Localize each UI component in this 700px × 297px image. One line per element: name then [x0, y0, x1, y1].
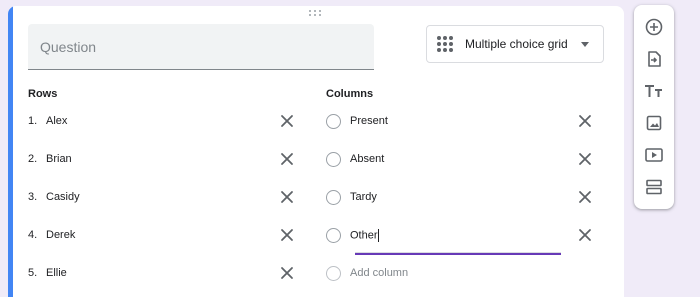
remove-column-icon[interactable] — [578, 114, 592, 128]
video-icon[interactable] — [644, 145, 664, 165]
row-label[interactable]: Brian — [46, 153, 72, 165]
question-type-label: Multiple choice grid — [465, 37, 568, 51]
remove-row-icon[interactable] — [280, 114, 294, 128]
add-column-label[interactable]: Add column — [350, 267, 408, 279]
row-item: 5. Ellie — [28, 263, 67, 283]
row-item: 1. Alex — [28, 111, 67, 131]
column-item: Present — [326, 111, 388, 131]
title-text-icon[interactable] — [644, 81, 664, 101]
question-field-container — [28, 24, 374, 70]
column-label: Other — [350, 228, 378, 241]
columns-title: Columns — [326, 88, 374, 100]
radio-circle-icon — [326, 227, 341, 243]
add-column-item[interactable]: Add column — [326, 263, 408, 283]
row-label[interactable]: Casidy — [46, 191, 80, 203]
question-type-dropdown[interactable]: Multiple choice grid — [426, 25, 604, 63]
remove-row-icon[interactable] — [280, 190, 294, 204]
drag-handle-icon[interactable] — [309, 10, 323, 18]
row-number: 1. — [28, 115, 38, 127]
dropdown-arrow-icon — [581, 42, 589, 47]
question-input[interactable] — [28, 24, 374, 69]
row-label[interactable]: Derek — [46, 229, 75, 241]
remove-row-icon[interactable] — [280, 228, 294, 242]
column-item: Other — [326, 225, 379, 245]
row-number: 4. — [28, 229, 38, 241]
image-icon[interactable] — [644, 113, 664, 133]
row-label[interactable]: Alex — [46, 115, 67, 127]
remove-column-icon[interactable] — [578, 190, 592, 204]
radio-circle-icon — [326, 189, 341, 205]
remove-row-icon[interactable] — [280, 152, 294, 166]
rows-title: Rows — [28, 88, 58, 100]
column-item: Tardy — [326, 187, 377, 207]
column-label[interactable]: Absent — [350, 153, 384, 165]
row-item: 2. Brian — [28, 149, 72, 169]
grid-dots-icon — [437, 36, 453, 52]
question-card: Multiple choice grid Rows 1. Alex 2. Bri… — [8, 6, 624, 297]
card-focus-accent — [8, 6, 13, 297]
radio-circle-icon — [326, 151, 341, 167]
radio-circle-icon — [326, 265, 341, 281]
column-label[interactable]: Tardy — [350, 191, 377, 203]
remove-column-icon[interactable] — [578, 152, 592, 166]
import-questions-icon[interactable] — [644, 49, 664, 69]
row-label[interactable]: Ellie — [46, 267, 67, 279]
row-number: 3. — [28, 191, 38, 203]
add-circle-icon[interactable] — [644, 17, 664, 37]
remove-row-icon[interactable] — [280, 266, 294, 280]
text-cursor — [377, 228, 379, 242]
section-icon[interactable] — [644, 177, 664, 197]
row-number: 2. — [28, 153, 38, 165]
column-label[interactable]: Present — [350, 115, 388, 127]
column-input-focus-underline — [355, 253, 561, 255]
row-number: 5. — [28, 267, 38, 279]
column-item: Absent — [326, 149, 384, 169]
radio-circle-icon — [326, 113, 341, 129]
column-input-active[interactable]: Other — [350, 228, 379, 242]
remove-column-icon[interactable] — [578, 228, 592, 242]
row-item: 4. Derek — [28, 225, 75, 245]
floating-toolbar — [634, 5, 674, 209]
row-item: 3. Casidy — [28, 187, 80, 207]
